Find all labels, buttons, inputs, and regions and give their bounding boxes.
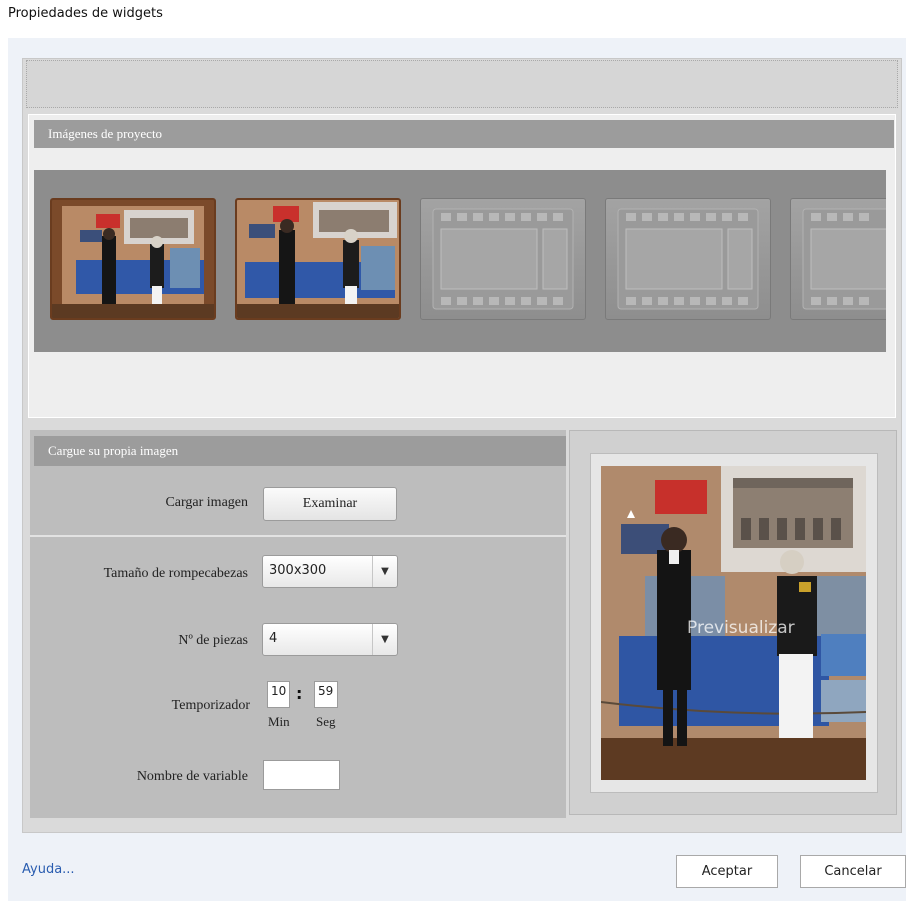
pieces-label: Nº de piezas	[178, 633, 248, 648]
widget-top-bar	[26, 60, 898, 108]
upload-header: Cargue su propia imagen	[34, 436, 566, 466]
accept-button[interactable]: Aceptar	[676, 855, 778, 888]
minutes-caption: Min	[268, 714, 290, 729]
puzzle-size-label: Tamaño de rompecabezas	[103, 566, 248, 581]
timer-label: Temporizador	[171, 698, 250, 713]
section-divider	[30, 535, 566, 537]
preview-photo: Previsualizar	[601, 466, 866, 780]
thumbnail-empty-3[interactable]	[790, 198, 886, 320]
film-placeholder-icon	[802, 208, 886, 310]
chevron-down-icon: ▼	[372, 556, 397, 587]
puzzle-size-select[interactable]: 300x300 ▼	[262, 555, 398, 588]
seconds-caption: Seg	[316, 714, 336, 729]
dialog-title: Propiedades de widgets	[8, 6, 163, 21]
pieces-select[interactable]: 4 ▼	[262, 623, 398, 656]
puzzle-size-value: 300x300	[269, 563, 327, 578]
variable-name-label: Nombre de variable	[136, 769, 248, 784]
thumbnail-photo-2[interactable]	[235, 198, 401, 320]
variable-name-input[interactable]	[263, 760, 340, 790]
timer-separator: :	[296, 684, 303, 703]
preview-watermark: Previsualizar	[687, 618, 795, 638]
cancel-button[interactable]: Cancelar	[800, 855, 906, 888]
photo-thumbnail-image	[52, 200, 214, 318]
preview-image: Previsualizar	[601, 466, 866, 780]
load-image-label: Cargar imagen	[165, 495, 248, 510]
help-link[interactable]: Ayuda...	[22, 862, 75, 877]
thumbnail-empty-2[interactable]	[605, 198, 771, 320]
timer-seconds-input[interactable]: 59	[314, 681, 338, 708]
browse-button[interactable]: Examinar	[263, 487, 397, 521]
photo-thumbnail-image	[237, 200, 399, 318]
thumbnail-empty-1[interactable]	[420, 198, 586, 320]
pieces-value: 4	[269, 631, 278, 646]
thumbnail-photo-1[interactable]	[50, 198, 216, 320]
film-placeholder-icon	[617, 208, 759, 310]
timer-minutes-input[interactable]: 10	[267, 681, 290, 708]
project-images-header: Imágenes de proyecto	[34, 120, 894, 148]
thumbnail-strip[interactable]	[34, 170, 886, 352]
chevron-down-icon: ▼	[372, 624, 397, 655]
film-placeholder-icon	[432, 208, 574, 310]
